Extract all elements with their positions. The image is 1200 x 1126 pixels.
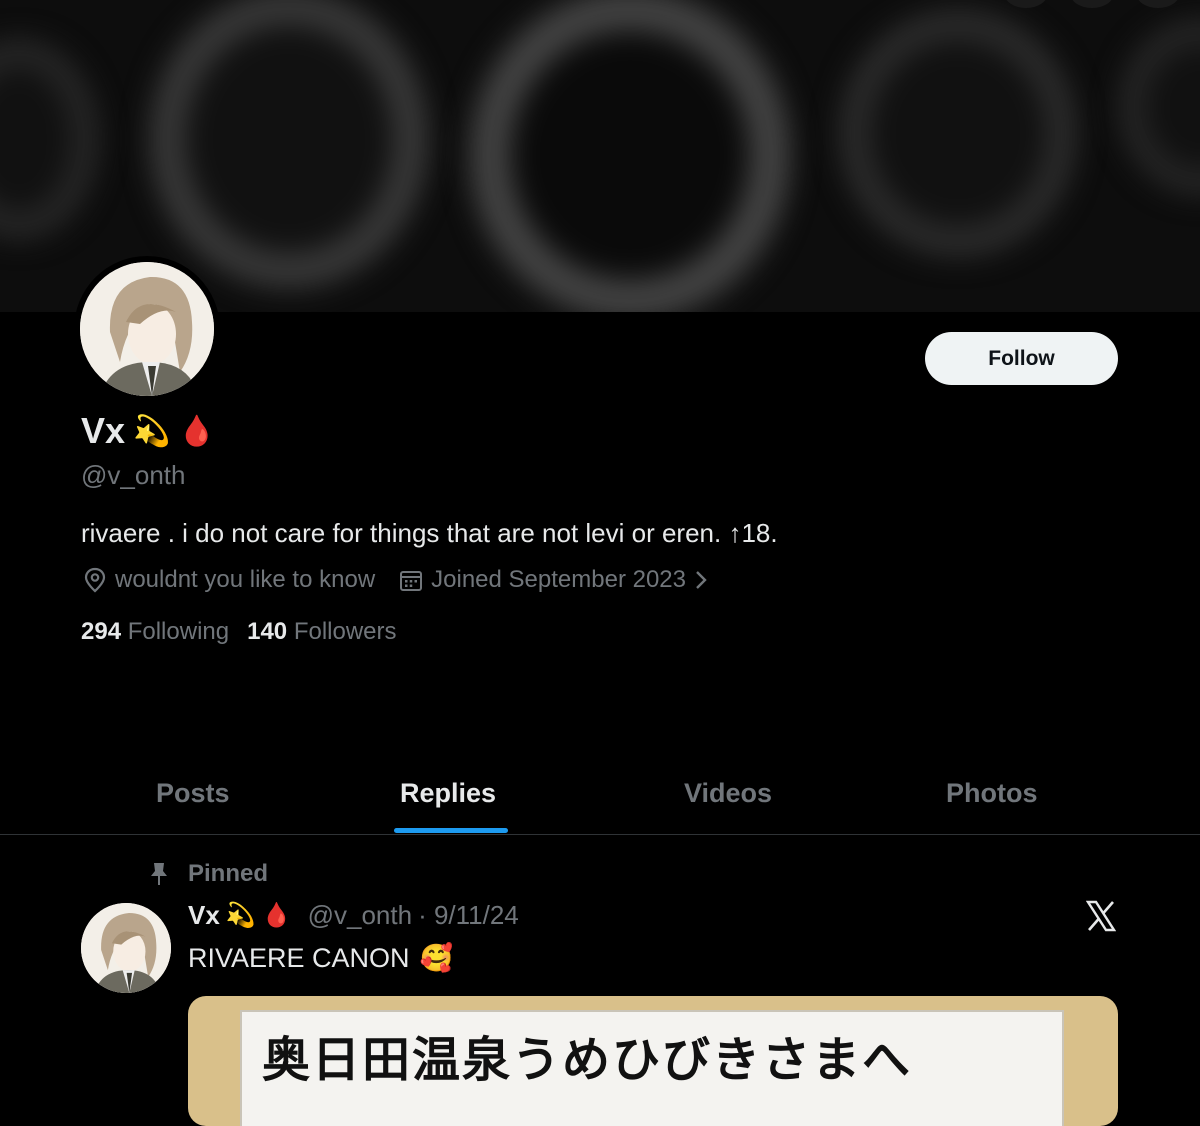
chevron-right-icon: [696, 571, 707, 589]
post-author-handle[interactable]: @v_onth: [308, 900, 412, 931]
header-button[interactable]: [1136, 0, 1180, 8]
followers-count: 140: [247, 618, 288, 645]
pin-icon: [151, 863, 167, 885]
banner-ring: [150, 0, 428, 288]
profile-tabs: Posts Replies Videos Photos: [0, 760, 1200, 835]
handwritten-caption: 奥日田温泉うめひびきさまへ: [262, 1032, 913, 1088]
banner-ring: [470, 0, 790, 312]
drop-of-blood-emoji: 🩸: [261, 902, 292, 929]
banner-ring: [840, 10, 1076, 256]
post-date[interactable]: · 9/11/24: [418, 900, 519, 931]
tab-posts[interactable]: Posts: [156, 778, 230, 809]
avatar-illustration: [80, 262, 214, 396]
header-button[interactable]: [1004, 0, 1048, 8]
profile-location: wouldnt you like to know: [83, 566, 375, 594]
profile-joined[interactable]: Joined September 2023: [399, 566, 708, 594]
following-label: Following: [127, 618, 230, 645]
pinned-indicator: Pinned: [148, 860, 268, 888]
profile-name-row: Vx 💫 🩸: [81, 410, 216, 452]
header-buttons: [1004, 0, 1180, 8]
profile-counts: 294 Following 140 Followers: [81, 618, 397, 646]
profile-bio: rivaere . i do not care for things that …: [81, 518, 778, 548]
post-media-image[interactable]: 奥日田温泉うめひびきさまへ: [188, 996, 1118, 1126]
profile-avatar[interactable]: [74, 256, 220, 402]
shikishi-board: 奥日田温泉うめひびきさまへ: [240, 1010, 1064, 1126]
location-pin-icon: [84, 567, 106, 593]
header-button[interactable]: [1070, 0, 1114, 8]
pinned-label: Pinned: [188, 860, 269, 887]
drop-of-blood-emoji: 🩸: [178, 414, 216, 448]
avatar-illustration: [81, 903, 171, 993]
post-avatar[interactable]: [81, 903, 171, 993]
avatar-image: [80, 262, 214, 396]
following-count: 294: [81, 618, 122, 645]
smiling-face-with-hearts-emoji: 🥰: [419, 943, 454, 973]
post-body: RIVAERE CANON: [188, 942, 410, 973]
active-tab-indicator: [394, 828, 508, 833]
joined-text: Joined September 2023: [431, 566, 687, 593]
post-header: Vx 💫 🩸 @v_onth · 9/11/24: [188, 900, 519, 931]
profile-handle: @v_onth: [81, 460, 186, 490]
tab-replies[interactable]: Replies: [400, 778, 496, 809]
calendar-icon: [400, 571, 423, 591]
followers-label: Followers: [293, 618, 397, 645]
x-logo-icon[interactable]: [1086, 900, 1116, 932]
post-author-name[interactable]: Vx: [188, 900, 220, 931]
profile-meta: wouldnt you like to know Joined Septembe…: [83, 566, 732, 594]
dizzy-emoji: 💫: [133, 414, 171, 448]
follow-button[interactable]: Follow: [925, 332, 1118, 385]
profile-name: Vx: [81, 410, 126, 451]
banner-ring: [0, 40, 98, 238]
tab-videos[interactable]: Videos: [684, 778, 772, 809]
post-text: RIVAERE CANON 🥰: [188, 942, 453, 974]
following-link[interactable]: 294 Following: [81, 618, 229, 646]
location-text: wouldnt you like to know: [115, 566, 376, 593]
followers-link[interactable]: 140 Followers: [247, 618, 396, 646]
banner-ring: [1120, 20, 1200, 194]
tab-photos[interactable]: Photos: [946, 778, 1038, 809]
dizzy-emoji: 💫: [225, 902, 256, 929]
